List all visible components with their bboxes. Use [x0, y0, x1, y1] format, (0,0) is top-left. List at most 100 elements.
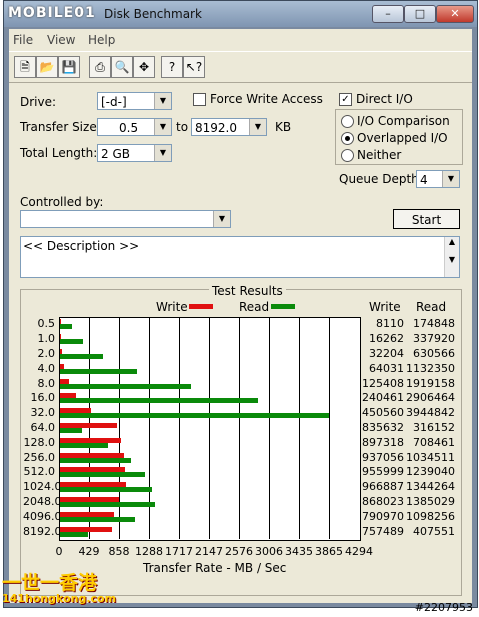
save-icon[interactable]: 💾: [58, 56, 80, 78]
force-write-checkbox[interactable]: [193, 93, 206, 106]
write-value: 757489: [362, 524, 404, 538]
print-preview-icon[interactable]: 🔍: [111, 56, 133, 78]
read-bar: [60, 324, 72, 330]
help-icon[interactable]: ?: [161, 56, 183, 78]
y-tick-label: 128.0: [23, 435, 56, 449]
io-comparison-radio[interactable]: [341, 115, 354, 128]
write-value: 897318: [362, 435, 404, 449]
controlled-by-select[interactable]: ▼: [20, 210, 231, 228]
chevron-down-icon[interactable]: ▼: [249, 119, 266, 135]
read-value: 1239040: [406, 465, 455, 479]
overlapped-io-radio[interactable]: [341, 132, 354, 145]
grid-line: [179, 317, 180, 539]
transfer-size-to-select[interactable]: 8192.0 ▼: [191, 118, 267, 136]
context-help-icon[interactable]: ↖?: [183, 56, 205, 78]
brand-text: 一世一香港: [2, 572, 98, 594]
move-icon[interactable]: ✥: [133, 56, 155, 78]
y-tick-label: 2048.0: [23, 495, 62, 508]
read-value: 2906464: [406, 391, 455, 405]
total-length-value: 2 GB: [101, 147, 130, 161]
chart-title: Test Results: [209, 284, 286, 298]
drive-select[interactable]: [-d-] ▼: [97, 92, 172, 110]
read-value: 1385029: [406, 495, 455, 508]
total-length-select[interactable]: 2 GB ▼: [97, 144, 172, 162]
overlapped-io-label: Overlapped I/O: [357, 131, 448, 145]
new-icon[interactable]: 🗎: [14, 56, 36, 78]
read-column-header: Read: [416, 300, 447, 314]
read-bar: [60, 339, 84, 345]
brand-site: 141hongkong.com: [2, 592, 117, 605]
menu-help[interactable]: Help: [88, 33, 115, 47]
y-tick-label: 16.0: [30, 391, 56, 405]
brand-watermark: 一世一香港 141hongkong.com: [2, 573, 116, 605]
grid-line: [239, 317, 240, 539]
y-tick-label: 32.0: [30, 406, 56, 420]
drive-label: Drive:: [20, 95, 57, 109]
write-value: 16262: [369, 332, 404, 346]
y-tick-label: 64.0: [30, 421, 56, 434]
description-box[interactable]: << Description >> ▲ ▼: [20, 236, 460, 278]
read-bar: [60, 398, 259, 404]
unit-label: KB: [275, 120, 292, 134]
write-value: 835632: [362, 421, 404, 434]
to-label: to: [176, 120, 189, 134]
x-tick-label: 4294: [345, 545, 373, 558]
toolbar: 🗎 📂 💾 ⎙ 🔍 ✥ ? ↖?: [9, 51, 472, 83]
x-axis-label: Transfer Rate - MB / Sec: [143, 561, 287, 575]
chevron-down-icon[interactable]: ▼: [154, 119, 171, 135]
drive-value: [-d-]: [101, 95, 127, 109]
read-bar: [60, 516, 135, 522]
write-value: 125408: [362, 376, 404, 390]
y-tick-label: 4096.0: [23, 509, 62, 523]
transfer-to-value: 8192.0: [195, 121, 237, 135]
minimize-button[interactable]: –: [372, 5, 404, 23]
read-value: 3944842: [406, 406, 455, 420]
write-value: 450560: [362, 406, 404, 420]
chevron-down-icon[interactable]: ▼: [154, 93, 171, 109]
read-bar: [60, 368, 138, 374]
title-bar[interactable]: MOBILE01 Disk Benchmark – □ ✕: [4, 1, 477, 27]
window-title: Disk Benchmark: [104, 7, 202, 21]
read-value: 708461: [413, 435, 455, 449]
queue-depth-select[interactable]: 4 ▼: [416, 170, 460, 188]
chevron-down-icon[interactable]: ▼: [154, 145, 171, 161]
y-tick-label: 8192.0: [23, 524, 62, 538]
menu-view[interactable]: View: [47, 33, 75, 47]
open-icon[interactable]: 📂: [36, 56, 58, 78]
write-value: 868023: [362, 495, 404, 508]
write-value: 966887: [362, 480, 404, 494]
start-button[interactable]: Start: [393, 209, 460, 229]
read-value: 630566: [413, 347, 455, 360]
y-tick-label: 256.0: [23, 450, 56, 464]
controlled-by-label: Controlled by:: [20, 195, 104, 209]
transfer-size-from-select[interactable]: 0.5 ▼: [97, 118, 172, 136]
chevron-down-icon[interactable]: ▼: [442, 171, 459, 187]
transfer-from-value: 0.5: [119, 121, 139, 135]
io-comparison-label: I/O Comparison: [357, 114, 450, 128]
read-value: 1098256: [406, 509, 455, 523]
read-value: 316152: [413, 421, 455, 434]
description-scrollbar[interactable]: ▲ ▼: [444, 237, 459, 277]
chevron-down-icon[interactable]: ▼: [213, 211, 230, 227]
direct-io-checkbox[interactable]: ✓: [339, 93, 352, 106]
grid-line: [269, 317, 270, 539]
read-bar: [60, 428, 82, 433]
direct-io-label: Direct I/O: [356, 92, 413, 106]
read-value: 174848: [413, 317, 455, 331]
close-button[interactable]: ✕: [436, 5, 474, 23]
maximize-button[interactable]: □: [404, 5, 436, 23]
y-tick-label: 0.5: [37, 317, 56, 331]
read-value: 337920: [413, 332, 455, 346]
read-bar: [60, 442, 109, 448]
print-icon[interactable]: ⎙: [89, 56, 111, 78]
menu-file[interactable]: File: [13, 33, 33, 47]
total-length-label: Total Length:: [20, 146, 98, 160]
read-bar: [60, 472, 145, 478]
write-value: 937056: [362, 450, 404, 464]
write-value: 8110: [376, 317, 404, 331]
neither-radio[interactable]: [341, 149, 354, 162]
read-value: 407551: [413, 524, 455, 538]
legend-write-label: Write: [156, 300, 188, 314]
read-bar: [60, 413, 330, 419]
description-text: << Description >>: [23, 239, 140, 253]
